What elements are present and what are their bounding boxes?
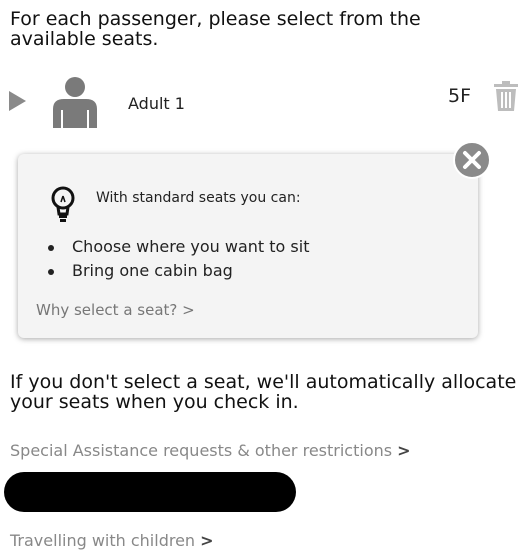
benefit-list: Choose where you want to sit Bring one c… [46, 235, 309, 283]
special-assistance-link[interactable]: Special Assistance requests & other rest… [10, 441, 411, 460]
why-select-seat-link[interactable]: Why select a seat? > [36, 301, 195, 319]
tip-title: With standard seats you can: [96, 190, 301, 206]
benefit-item: Choose where you want to sit [46, 235, 309, 259]
travelling-with-children-link[interactable]: Travelling with children > [10, 531, 214, 550]
redacted-block [4, 472, 296, 512]
lightbulb-icon [51, 186, 75, 222]
auto-allocate-note: If you don't select a seat, we'll automa… [10, 371, 517, 413]
chevron-right-icon: > [200, 531, 214, 550]
play-icon[interactable] [9, 91, 26, 111]
chevron-right-icon: > [397, 441, 411, 460]
person-icon [53, 77, 97, 128]
passenger-name: Adult 1 [128, 94, 185, 113]
close-icon[interactable] [452, 140, 492, 180]
special-assistance-label: Special Assistance requests & other rest… [10, 441, 393, 460]
seat-number: 5F [448, 85, 472, 107]
trash-icon[interactable] [494, 81, 518, 111]
benefit-item: Bring one cabin bag [46, 259, 309, 283]
travelling-with-children-label: Travelling with children [10, 531, 196, 550]
intro-text: For each passenger, please select from t… [10, 8, 421, 50]
passenger-row[interactable]: Adult 1 5F [0, 74, 524, 130]
